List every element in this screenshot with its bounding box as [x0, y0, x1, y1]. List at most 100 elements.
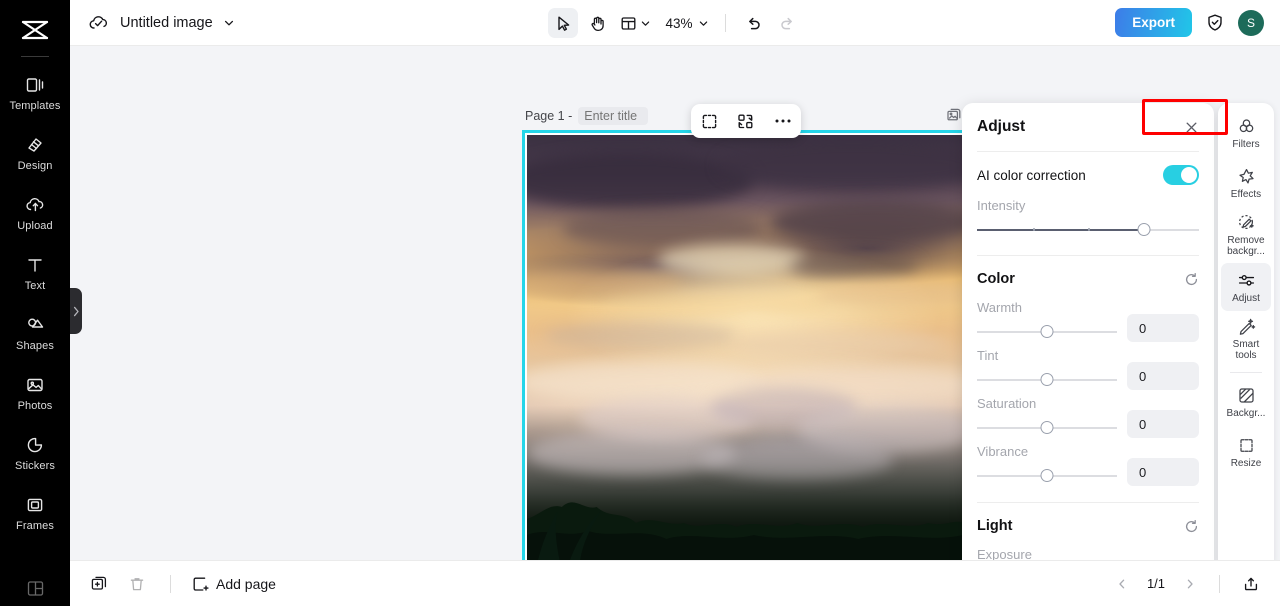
layout-grid-icon: [26, 579, 45, 598]
reset-icon[interactable]: [1184, 272, 1199, 287]
page-title-input[interactable]: [578, 107, 649, 125]
app-root: Templates Design Upload Text Shapes Phot…: [0, 0, 1280, 606]
crop-select-icon: [701, 113, 718, 130]
prev-page-button[interactable]: [1111, 573, 1133, 595]
add-page-button[interactable]: Add page: [191, 575, 276, 593]
add-page-label: Add page: [216, 575, 276, 592]
right-rail-item-remove-background[interactable]: Remove backgr...: [1221, 209, 1271, 261]
right-rail-label: Remove backgr...: [1227, 235, 1265, 257]
slider-knob[interactable]: [1137, 223, 1150, 236]
section-title: Light: [977, 518, 1013, 534]
hand-tool-button[interactable]: [582, 8, 612, 38]
zoom-level-value: 43%: [665, 15, 693, 31]
slider-tick: [1088, 228, 1090, 231]
sidebar-item-label: Photos: [17, 400, 53, 412]
right-rail-item-smart-tools[interactable]: Smart tools: [1221, 313, 1271, 365]
select-tool-button[interactable]: [548, 8, 578, 38]
saturation-slider[interactable]: [977, 421, 1117, 435]
right-rail-item-resize[interactable]: Resize: [1221, 428, 1271, 476]
slider-knob[interactable]: [1040, 421, 1054, 434]
main-area: Untitled image 43% Export S Page 1 - Ent…: [70, 0, 1280, 606]
duplicate-image-button[interactable]: [946, 107, 963, 124]
delete-page-button[interactable]: [124, 571, 150, 597]
page-label-group: Page 1 -: [525, 107, 649, 125]
chevron-down-icon: [640, 18, 651, 29]
close-icon[interactable]: [1184, 120, 1199, 135]
slider-knob[interactable]: [1040, 373, 1054, 386]
slider-knob[interactable]: [1040, 469, 1054, 482]
export-button[interactable]: Export: [1115, 8, 1192, 37]
slider-knob[interactable]: [1040, 325, 1054, 338]
right-rail-item-effects[interactable]: Effects: [1221, 159, 1271, 207]
intensity-slider[interactable]: [977, 223, 1199, 237]
trash-icon: [128, 575, 146, 593]
cursor-arrow-icon: [555, 15, 571, 32]
sidebar-layout-grid-button[interactable]: [0, 579, 70, 598]
top-toolbar: Untitled image 43% Export S: [70, 0, 1280, 46]
sidebar-item-upload[interactable]: Upload: [0, 183, 70, 243]
chevron-down-icon[interactable]: [223, 17, 235, 29]
page-label-text: Page 1 -: [525, 109, 573, 123]
export-page-button[interactable]: [1238, 571, 1264, 597]
sidebar-collapse-handle[interactable]: [70, 288, 82, 334]
redo-arrow-icon: [779, 15, 796, 32]
canvas-selection-frame[interactable]: [522, 130, 968, 560]
page-layout-icon: [620, 15, 637, 32]
bottom-divider: [1219, 574, 1220, 593]
warmth-control: Warmth: [977, 300, 1199, 342]
next-page-button[interactable]: [1179, 573, 1201, 595]
panel-divider: [977, 255, 1199, 256]
sidebar-item-label: Frames: [16, 520, 54, 532]
right-rail-item-filters[interactable]: Filters: [1221, 109, 1271, 157]
vibrance-value-input[interactable]: [1127, 458, 1199, 486]
zoom-dropdown[interactable]: 43%: [659, 8, 713, 38]
sunset-clouds-photo[interactable]: [527, 135, 963, 560]
bottom-toolbar: Add page 1/1: [70, 560, 1280, 606]
duplicate-page-button[interactable]: [86, 571, 112, 597]
page-layout-dropdown[interactable]: [616, 8, 655, 38]
replace-swap-button[interactable]: [733, 108, 759, 134]
sidebar-item-text[interactable]: Text: [0, 243, 70, 303]
sidebar-item-frames[interactable]: Frames: [0, 483, 70, 543]
cloud-saved-icon[interactable]: [88, 13, 110, 33]
document-title[interactable]: Untitled image: [120, 15, 213, 31]
sidebar-item-stickers[interactable]: Stickers: [0, 423, 70, 483]
sidebar-item-design[interactable]: Design: [0, 123, 70, 183]
frames-icon: [25, 494, 45, 516]
sidebar-item-photos[interactable]: Photos: [0, 363, 70, 423]
undo-button[interactable]: [738, 8, 768, 38]
ai-color-correction-label: AI color correction: [977, 167, 1086, 183]
more-options-button[interactable]: [770, 108, 796, 134]
saturation-value-input[interactable]: [1127, 410, 1199, 438]
reset-icon[interactable]: [1184, 519, 1199, 534]
warmth-value-input[interactable]: [1127, 314, 1199, 342]
avatar[interactable]: S: [1238, 9, 1264, 36]
page-indicator: 1/1: [1146, 576, 1166, 591]
tint-value-input[interactable]: [1127, 362, 1199, 390]
remove-bg-icon: [1237, 213, 1256, 232]
templates-icon: [25, 74, 45, 96]
right-rail-item-background[interactable]: Backgr...: [1221, 378, 1271, 426]
light-section: Light Exposure: [962, 518, 1214, 560]
shield-check-icon[interactable]: [1206, 13, 1224, 32]
warmth-slider[interactable]: [977, 325, 1117, 339]
export-upload-icon: [1242, 575, 1260, 593]
ai-color-correction-toggle[interactable]: [1163, 165, 1199, 185]
sidebar-item-shapes[interactable]: Shapes: [0, 303, 70, 363]
exposure-label: Exposure: [977, 547, 1032, 560]
capcut-logo-icon[interactable]: [0, 8, 70, 52]
redo-button[interactable]: [772, 8, 802, 38]
saturation-control: Saturation: [977, 396, 1199, 438]
light-section-header: Light: [977, 518, 1199, 534]
saturation-label: Saturation: [977, 396, 1037, 411]
vibrance-slider[interactable]: [977, 469, 1117, 483]
crop-select-button[interactable]: [696, 108, 722, 134]
sidebar-item-templates[interactable]: Templates: [0, 63, 70, 123]
chevron-right-icon: [1184, 578, 1196, 590]
tint-slider[interactable]: [977, 373, 1117, 387]
sidebar-item-label: Design: [17, 160, 53, 172]
adjust-panel: Adjust AI color correction Intensity Col…: [962, 103, 1214, 560]
right-rail-item-adjust[interactable]: Adjust: [1221, 263, 1271, 311]
vibrance-control: Vibrance: [977, 444, 1199, 486]
canvas-area[interactable]: Page 1 - Enter title Adjust AI color cor…: [70, 46, 1280, 560]
